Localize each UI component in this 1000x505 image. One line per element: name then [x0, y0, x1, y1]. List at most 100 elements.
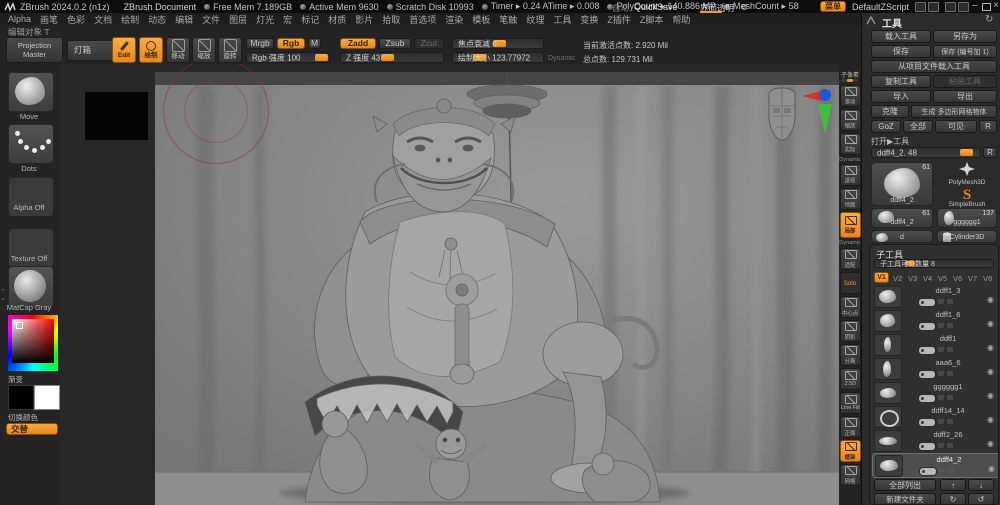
subtool-mini-icon[interactable]	[947, 395, 953, 400]
menu-preferences[interactable]: 首选项	[409, 13, 436, 26]
tray-collapse-handle[interactable]: ⌃⌄	[0, 290, 6, 301]
slider-handle[interactable]	[315, 54, 328, 61]
subtool-toggle[interactable]	[918, 322, 936, 331]
subtool-row[interactable]: ddff1_6 ◉	[872, 309, 998, 332]
tray-left-icon[interactable]	[915, 2, 926, 12]
subtool-mini-icon[interactable]	[947, 323, 953, 328]
menu-macro[interactable]: 宏	[283, 13, 292, 26]
subtool-toggle[interactable]	[918, 418, 936, 427]
m-button[interactable]: M	[308, 38, 321, 49]
menus-button[interactable]: 菜单	[820, 1, 846, 12]
mrgb-button[interactable]: Mrgb	[246, 38, 274, 49]
subtool-row[interactable]: ddff1 ◉	[872, 333, 998, 356]
dynamic-toggle[interactable]: Dynamic	[548, 55, 575, 62]
z-intensity-slider[interactable]: Z 强度 43	[340, 52, 444, 63]
restore-window-button[interactable]	[982, 3, 991, 11]
menu-edit[interactable]: 编辑	[175, 13, 193, 26]
subtool-tab-v6[interactable]: V6	[953, 274, 962, 283]
subtool-tab-v4[interactable]: V4	[923, 274, 932, 283]
menu-stencil[interactable]: 模板	[472, 13, 490, 26]
menu-light[interactable]: 灯光	[256, 13, 274, 26]
minimize-button[interactable]: –	[972, 0, 978, 11]
subtool-mini-icon[interactable]	[947, 419, 953, 424]
subtool-mini-icon[interactable]	[938, 395, 944, 400]
goz-visible-button[interactable]: 可见	[935, 120, 977, 133]
subtool-tab-v3[interactable]: V3	[908, 274, 917, 283]
subtool-count-slider[interactable]: 子工具可见数量 8	[874, 259, 994, 268]
subtool-duplicate-button[interactable]: ↻	[940, 493, 966, 505]
secondary-color-swatch[interactable]	[34, 385, 60, 410]
color-picker[interactable]	[8, 315, 58, 371]
menu-picker[interactable]: 拾取	[382, 13, 400, 26]
menu-material[interactable]: 材质	[328, 13, 346, 26]
zadd-button[interactable]: Zadd	[340, 38, 376, 49]
subtool-mini-icon[interactable]	[938, 419, 944, 424]
menu-render[interactable]: 渲染	[445, 13, 463, 26]
goz-all-button[interactable]: 全部	[903, 120, 933, 133]
goz-button[interactable]: GoZ	[871, 120, 901, 133]
save-as-button[interactable]: 另存为	[933, 30, 997, 43]
recent-tool-thumbnail[interactable]: 137 gggggg1	[937, 208, 997, 228]
menu-texture[interactable]: 纹理	[526, 13, 544, 26]
polymesh3d-tool[interactable]: PolyMesh3D	[937, 162, 997, 184]
subtool-row-selected[interactable]: ddff4_2 ◉	[872, 453, 999, 478]
draw-size-slider[interactable]: 绘制大小 123.77972	[452, 52, 544, 63]
zsub-button[interactable]: Zsub	[379, 38, 411, 49]
subtool-toggle[interactable]	[918, 346, 936, 355]
paste-tool-button[interactable]: 粘贴工具	[933, 75, 997, 88]
shelf-pivot-button[interactable]: 中心点	[840, 296, 861, 318]
close-button[interactable]: ×	[993, 0, 999, 11]
subtool-down-button[interactable]: ↓	[968, 479, 994, 491]
subtool-mini-icon[interactable]	[939, 468, 945, 473]
menu-zplugin[interactable]: Z插件	[607, 13, 631, 26]
menu-layer[interactable]: 图层	[229, 13, 247, 26]
menu-color[interactable]: 色彩	[67, 13, 85, 26]
slider-handle[interactable]	[960, 149, 973, 156]
subtool-tab-v1[interactable]: V1	[874, 272, 889, 283]
move-button[interactable]: 移动	[166, 37, 190, 63]
menu-help[interactable]: 帮助	[672, 13, 690, 26]
shelf-floor-button[interactable]: 地面	[840, 188, 861, 210]
eye-icon[interactable]: ◉	[987, 368, 994, 376]
shelf-zoom-button[interactable]: 缩放	[840, 109, 861, 131]
shelf-actual-button[interactable]: 实际	[840, 133, 861, 155]
menu-document[interactable]: 文档	[94, 13, 112, 26]
rgb-button[interactable]: Rgb	[277, 38, 305, 49]
new-folder-button[interactable]: 新建文件夹	[874, 493, 936, 505]
reload-icon[interactable]: ↻	[985, 14, 993, 25]
restore-ui-icon[interactable]	[958, 2, 969, 12]
panel-divider-icon[interactable]	[866, 16, 876, 25]
subtool-tab-v5[interactable]: V5	[938, 274, 947, 283]
open-tool-label[interactable]: 打开▶工具	[871, 136, 909, 147]
menu-file[interactable]: 文件	[202, 13, 220, 26]
edit-button[interactable]: Edit	[112, 37, 136, 63]
subtool-mini-icon[interactable]	[938, 443, 944, 448]
subtool-extract-button[interactable]: ↺	[968, 493, 994, 505]
shelf-solo-button[interactable]: Solo	[840, 272, 861, 294]
subtool-tab-v8[interactable]: V8	[983, 274, 992, 283]
subtool-row[interactable]: aaa6_6 ◉	[872, 357, 998, 380]
sv-square[interactable]	[12, 319, 54, 363]
subtool-mini-icon[interactable]	[938, 299, 944, 304]
subtool-mini-icon[interactable]	[938, 347, 944, 352]
recent-tool-thumbnail[interactable]: d	[871, 230, 933, 243]
slider-handle[interactable]	[381, 54, 394, 61]
simplebrush-tool[interactable]: S SimpleBrush	[937, 186, 997, 208]
shelf-polyframe-button[interactable]: 框架	[840, 440, 861, 462]
subtool-row[interactable]: ddff2_26 ◉	[872, 429, 998, 452]
tool-slider[interactable]: ddff4_2. 48	[871, 147, 981, 158]
menu-marker[interactable]: 标记	[301, 13, 319, 26]
eye-icon[interactable]: ◉	[987, 296, 994, 304]
shelf-frame-button[interactable]: 适配	[840, 248, 861, 270]
export-button[interactable]: 导出	[933, 90, 997, 103]
shelf-linefill-button[interactable]: Line Fill	[840, 392, 861, 414]
list-all-button[interactable]: 全部列出	[874, 479, 936, 491]
eye-icon[interactable]: ◉	[987, 344, 994, 352]
focal-shift-slider[interactable]: 焦点衰减 0	[452, 38, 544, 49]
subpixel-slider[interactable]	[841, 79, 859, 82]
subtool-mini-icon[interactable]	[947, 299, 953, 304]
subtool-row[interactable]: ddff14_14 ◉	[872, 405, 998, 428]
save-button[interactable]: 保存	[871, 45, 931, 58]
subtool-row[interactable]: ddff1_3 ◉	[872, 285, 998, 308]
menu-zscript[interactable]: Z脚本	[640, 13, 664, 26]
